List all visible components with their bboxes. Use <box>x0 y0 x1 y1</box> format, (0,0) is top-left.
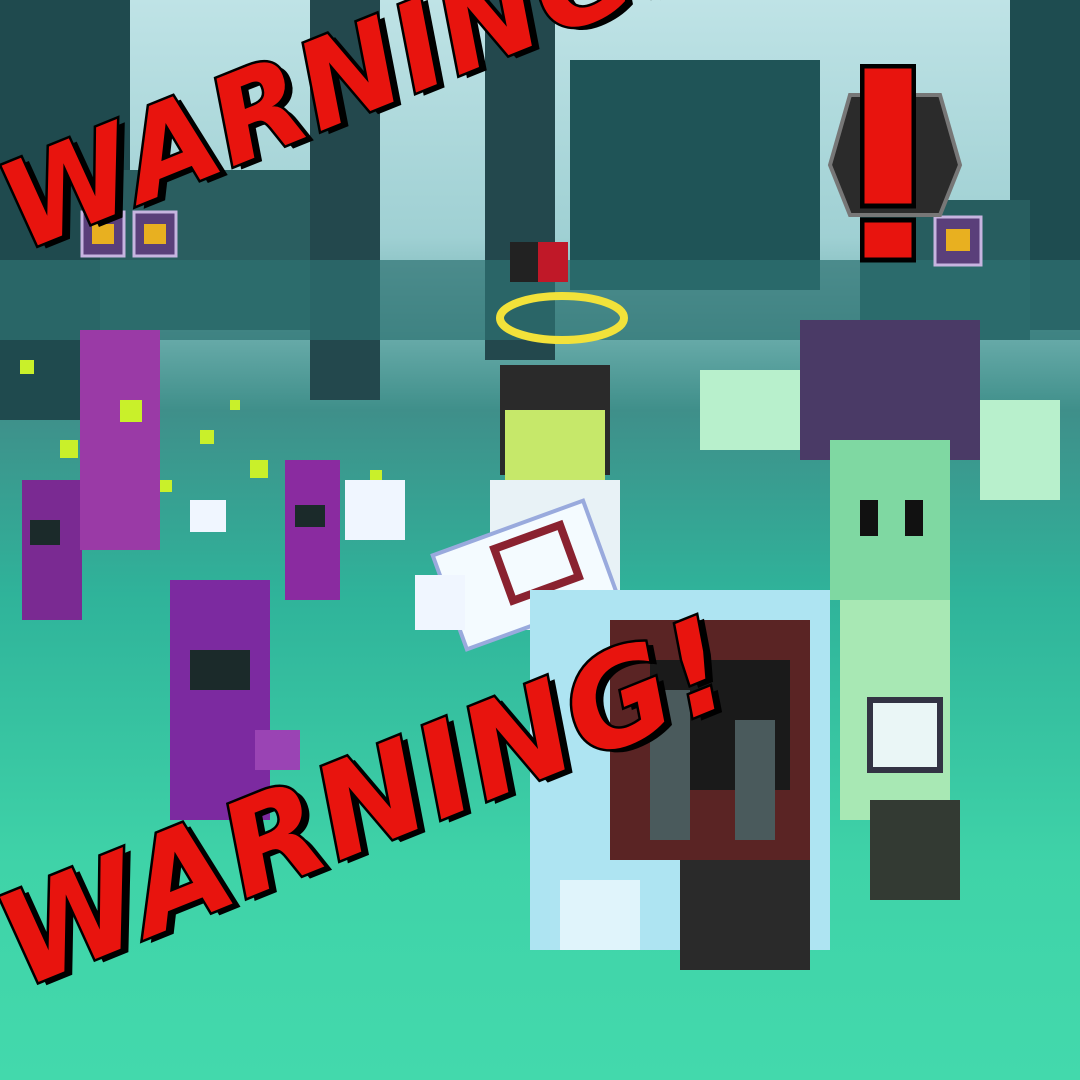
game-scene: WARNING! WARNING! <box>0 0 1080 1080</box>
broken-heart-icon <box>510 242 568 282</box>
exclamation-alert-icon <box>860 64 916 263</box>
gold-cubes-badge-icon <box>933 215 983 267</box>
